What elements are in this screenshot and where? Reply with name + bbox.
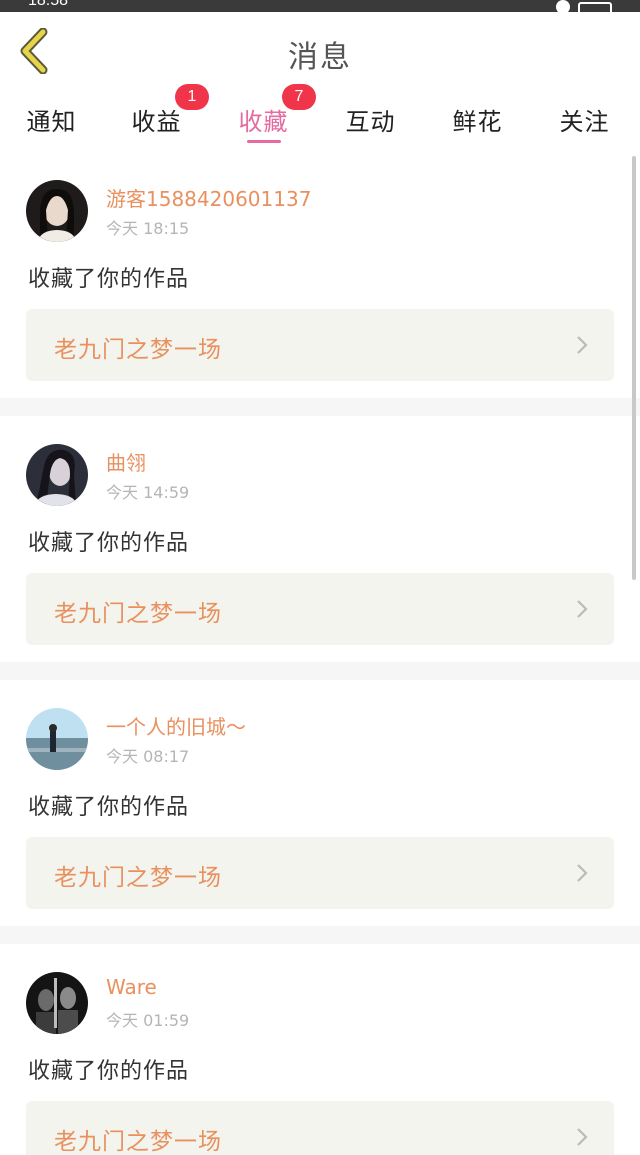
- status-indicator-icon: [556, 0, 570, 12]
- user-avatar-image: [26, 444, 88, 506]
- action-text: 收藏了你的作品: [28, 795, 190, 820]
- work-link[interactable]: 老九门之梦一场: [26, 1101, 614, 1155]
- active-tab-indicator: [246, 140, 281, 143]
- status-time: 18:58: [28, 0, 69, 9]
- tab-interactions[interactable]: 互动: [317, 90, 424, 152]
- action-text: 收藏了你的作品: [28, 531, 190, 556]
- list-item: 一个人的旧城～ 今天 08:17 收藏了你的作品 老九门之梦一场: [0, 680, 640, 926]
- nav-bar: 消息: [0, 12, 640, 90]
- username[interactable]: 游客1588420601137: [106, 183, 311, 212]
- user-avatar-image: [26, 972, 88, 1034]
- tab-label: 关注: [559, 108, 610, 136]
- avatar[interactable]: [26, 972, 88, 1034]
- scrollbar[interactable]: [632, 156, 636, 580]
- avatar[interactable]: [26, 180, 88, 242]
- timestamp: 今天 08:17: [106, 747, 190, 766]
- chevron-right-icon: [577, 864, 588, 882]
- divider: [0, 398, 640, 416]
- action-text: 收藏了你的作品: [28, 1059, 190, 1084]
- list-item: 曲翎 今天 14:59 收藏了你的作品 老九门之梦一场: [0, 416, 640, 662]
- status-bar: 18:58: [0, 0, 640, 12]
- earnings-count-badge: 1: [175, 84, 209, 110]
- tab-flowers[interactable]: 鲜花: [424, 90, 531, 152]
- list-item: Ware 今天 01:59 收藏了你的作品 老九门之梦一场: [0, 944, 640, 1155]
- message-list[interactable]: 游客1588420601137 今天 18:15 收藏了你的作品 老九门之梦一场…: [0, 152, 640, 1155]
- battery-icon: [578, 2, 612, 12]
- chevron-right-icon: [577, 336, 588, 354]
- user-avatar-image: [26, 708, 88, 770]
- timestamp: 今天 14:59: [106, 483, 190, 502]
- chevron-right-icon: [577, 600, 588, 618]
- work-title: 老九门之梦一场: [54, 601, 222, 627]
- tab-label: 通知: [26, 108, 77, 136]
- work-title: 老九门之梦一场: [54, 1129, 222, 1155]
- divider: [0, 926, 640, 944]
- timestamp: 今天 18:15: [106, 219, 190, 238]
- work-title: 老九门之梦一场: [54, 337, 222, 363]
- tab-follows[interactable]: 关注: [531, 90, 638, 152]
- action-text: 收藏了你的作品: [28, 267, 190, 292]
- tab-favorites[interactable]: 收藏 7: [210, 84, 317, 152]
- tab-bar: 通知 收益 1 收藏 7 互动 鲜花 关注: [0, 84, 640, 152]
- tab-label: 鲜花: [452, 108, 503, 136]
- avatar[interactable]: [26, 708, 88, 770]
- divider: [0, 662, 640, 680]
- list-item: 游客1588420601137 今天 18:15 收藏了你的作品 老九门之梦一场: [0, 152, 640, 398]
- chevron-right-icon: [577, 1128, 588, 1146]
- tab-label: 互动: [345, 108, 396, 136]
- favorites-count-badge: 7: [282, 84, 316, 110]
- page-title: 消息: [288, 40, 352, 75]
- username[interactable]: 一个人的旧城～: [106, 711, 246, 740]
- avatar[interactable]: [26, 444, 88, 506]
- timestamp: 今天 01:59: [106, 1011, 190, 1030]
- username[interactable]: Ware: [106, 975, 157, 999]
- work-link[interactable]: 老九门之梦一场: [26, 309, 614, 381]
- user-avatar-image: [26, 180, 88, 242]
- tab-earnings[interactable]: 收益 1: [103, 84, 210, 152]
- tab-label: 收藏: [238, 108, 289, 136]
- work-title: 老九门之梦一场: [54, 865, 222, 891]
- tab-notifications[interactable]: 通知: [0, 90, 103, 152]
- tab-label: 收益: [131, 108, 182, 136]
- work-link[interactable]: 老九门之梦一场: [26, 573, 614, 645]
- username[interactable]: 曲翎: [106, 447, 146, 476]
- work-link[interactable]: 老九门之梦一场: [26, 837, 614, 909]
